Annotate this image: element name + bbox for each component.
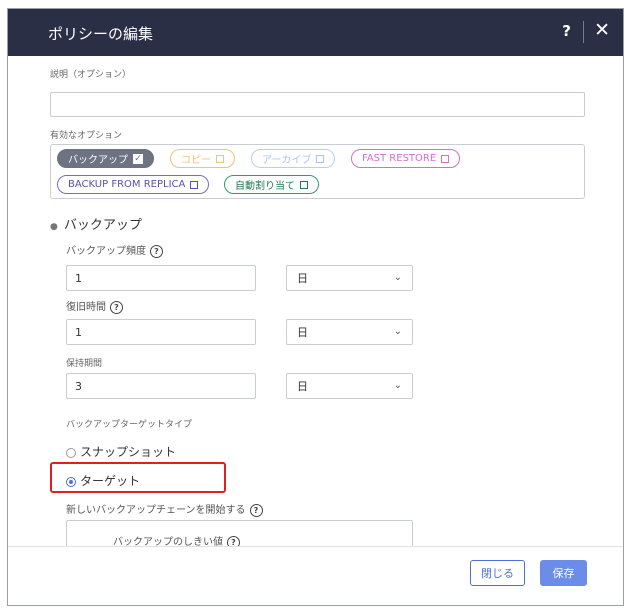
- bullet-icon: ●: [50, 222, 58, 232]
- option-pill-label: 自動割り当て: [235, 181, 295, 192]
- option-pill-label: コピー: [181, 155, 211, 166]
- option-pill-archive[interactable]: アーカイブ: [251, 149, 336, 168]
- frequency-unit-value: 日: [297, 272, 308, 285]
- check-icon: ✓: [133, 153, 143, 164]
- dialog-body: 説明（オプション） 有効なオプション バックアップ ✓ コピー アーカイブ FA…: [8, 56, 623, 547]
- checkbox-icon: [216, 154, 224, 163]
- option-pill-label: バックアップ: [68, 155, 128, 166]
- radio-target[interactable]: ターゲット: [66, 472, 140, 489]
- description-label: 説明（オプション）: [50, 70, 132, 80]
- checkbox-icon: [441, 154, 450, 163]
- retention-unit-value: 日: [297, 380, 308, 393]
- question-icon[interactable]: ?: [150, 244, 163, 258]
- description-input[interactable]: [50, 92, 585, 117]
- option-pill-label: BACKUP FROM REPLICA: [68, 179, 186, 190]
- close-icon[interactable]: ✕: [594, 19, 610, 41]
- options-box: バックアップ ✓ コピー アーカイブ FAST RESTORE BACKUP F…: [50, 144, 585, 199]
- header-divider: [583, 21, 584, 43]
- help-icon[interactable]: ?: [562, 22, 571, 40]
- backup-section-heading: ● バックアップ: [50, 218, 142, 233]
- option-pill-backup[interactable]: バックアップ ✓: [57, 149, 154, 168]
- radio-selected-icon: [66, 476, 76, 487]
- chevron-down-icon: ⌄: [393, 380, 402, 391]
- question-icon[interactable]: ?: [110, 300, 123, 314]
- question-icon[interactable]: ?: [249, 503, 263, 517]
- recovery-label: 復旧時間?: [66, 298, 123, 314]
- radio-target-label: ターゲット: [80, 474, 141, 488]
- dialog-footer: 閉じる 保存: [8, 546, 623, 605]
- radio-icon: [66, 447, 76, 458]
- save-button[interactable]: 保存: [540, 560, 587, 586]
- chevron-down-icon: ⌄: [393, 326, 402, 337]
- checkbox-icon: [190, 180, 199, 189]
- recovery-input[interactable]: 1: [66, 319, 256, 345]
- threshold-panel: ✓ バックアップのしきい値? 25 %: [66, 520, 413, 547]
- option-pill-fast-restore[interactable]: FAST RESTORE: [351, 149, 461, 168]
- retention-unit-select[interactable]: 日 ⌄: [286, 373, 413, 399]
- frequency-unit-select[interactable]: 日 ⌄: [286, 265, 413, 291]
- recovery-unit-value: 日: [297, 326, 308, 339]
- policy-edit-dialog: ポリシーの編集 ? ✕ 説明（オプション） 有効なオプション バックアップ ✓ …: [7, 8, 624, 606]
- checkbox-icon: [316, 154, 325, 163]
- close-button[interactable]: 閉じる: [470, 560, 525, 586]
- chevron-down-icon: ⌄: [393, 272, 402, 283]
- retention-input[interactable]: 3: [66, 373, 256, 399]
- threshold-label: バックアップのしきい値?: [113, 533, 240, 547]
- option-pill-copy[interactable]: コピー: [170, 149, 235, 168]
- options-label: 有効なオプション: [50, 131, 123, 141]
- radio-snapshot[interactable]: スナップショット: [66, 443, 176, 460]
- option-pill-backup-from-replica[interactable]: BACKUP FROM REPLICA: [57, 175, 210, 194]
- dialog-title: ポリシーの編集: [48, 25, 154, 43]
- frequency-label: バックアップ頻度?: [66, 242, 163, 258]
- new-chain-label: 新しいバックアップチェーンを開始する?: [66, 501, 263, 517]
- checkbox-icon: [300, 180, 308, 189]
- dialog-header: ポリシーの編集 ? ✕: [8, 9, 623, 56]
- frequency-input[interactable]: 1: [66, 265, 256, 291]
- retention-label: 保持期間: [66, 359, 103, 369]
- target-type-label: バックアップターゲットタイプ: [66, 420, 193, 430]
- option-pill-auto-assign[interactable]: 自動割り当て: [224, 175, 319, 194]
- option-pill-label: アーカイブ: [262, 155, 312, 166]
- option-pill-label: FAST RESTORE: [362, 153, 437, 164]
- recovery-unit-select[interactable]: 日 ⌄: [286, 319, 413, 345]
- radio-snapshot-label: スナップショット: [80, 445, 177, 459]
